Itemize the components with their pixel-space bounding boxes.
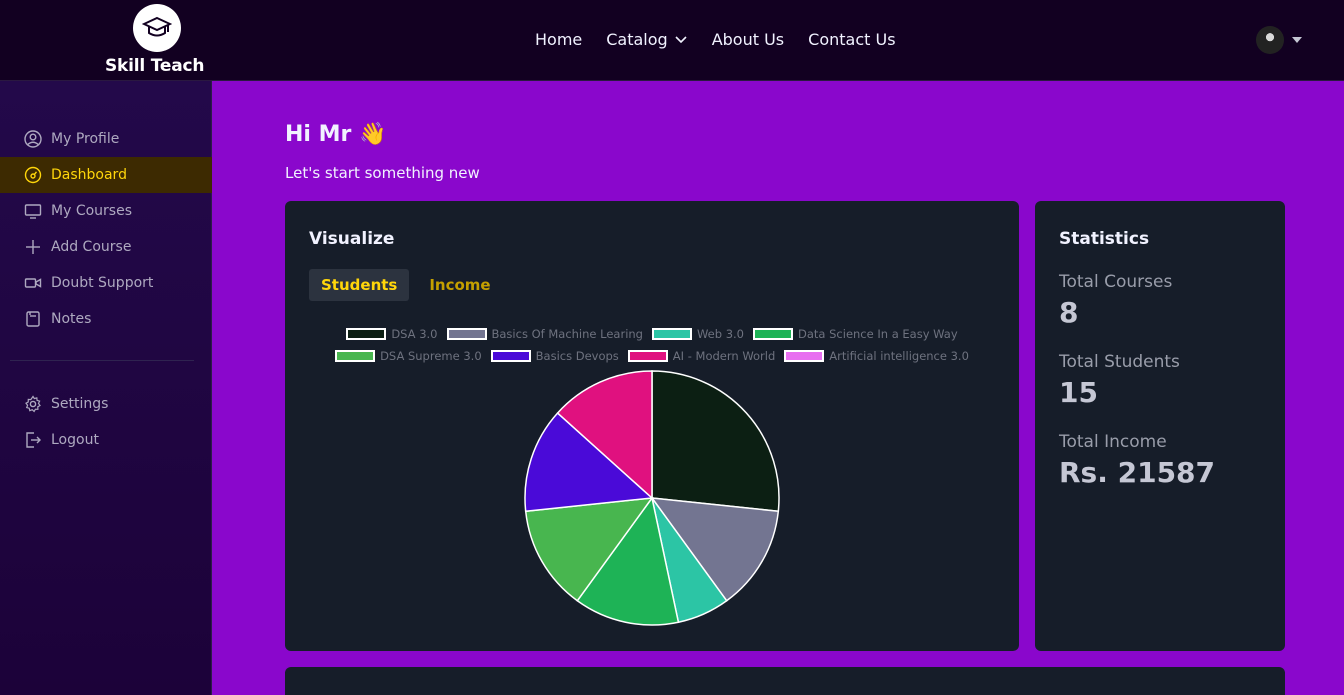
pie-slice[interactable] (651, 370, 780, 513)
legend-swatch (335, 350, 376, 362)
monitor-icon (24, 202, 42, 220)
main-nav: Home Catalog About Us Contact Us (535, 30, 896, 49)
stat-value-total-courses: 8 (1059, 296, 1079, 329)
brand-logo[interactable]: Skill Teach (105, 3, 210, 79)
chart-tabs: Students Income (309, 269, 503, 301)
sidebar-item-label: Notes (51, 311, 92, 327)
graduation-cap-icon (133, 4, 181, 52)
sidebar-item-label: Add Course (51, 239, 132, 255)
statistics-card: Statistics Total Courses 8 Total Student… (1035, 201, 1285, 651)
sidebar-item-settings[interactable]: Settings (0, 386, 212, 422)
nav-contact-label: Contact Us (808, 30, 896, 49)
sidebar-item-label: My Profile (51, 131, 120, 147)
nav-home-label: Home (535, 30, 583, 49)
gear-icon (24, 395, 42, 413)
legend-row: DSA 3.0 Basics Of Machine Learing Web 3.0 D… (285, 323, 1019, 345)
sidebar-item-label: Dashboard (51, 167, 127, 183)
legend-swatch (651, 328, 692, 340)
sidebar-item-label: Logout (51, 432, 99, 448)
sidebar-item-label: Settings (51, 396, 109, 412)
caret-down-icon (1292, 37, 1302, 43)
legend-swatch (446, 328, 487, 340)
nav-catalog-label: Catalog (606, 30, 668, 49)
sidebar-item-label: My Courses (51, 203, 132, 219)
legend-label: Artificial intelligence 3.0 (829, 349, 969, 363)
stat-label-total-students: Total Students (1059, 352, 1180, 372)
logout-icon (24, 431, 42, 449)
nav-catalog[interactable]: Catalog (606, 30, 687, 49)
sidebar-item-add-course[interactable]: Add Course (0, 229, 212, 265)
legend-label: Data Science In a Easy Way (798, 327, 958, 341)
courses-card (285, 667, 1285, 695)
legend-item[interactable]: Basics Devops (490, 349, 619, 363)
legend-item[interactable]: Data Science In a Easy Way (753, 327, 958, 341)
sidebar-item-label: Doubt Support (51, 275, 154, 291)
sidebar-divider (10, 360, 194, 361)
stat-value-total-income: Rs. 21587 (1059, 456, 1216, 489)
legend-swatch (784, 350, 825, 362)
nav-home[interactable]: Home (535, 30, 582, 49)
sidebar: My Profile Dashboard My Courses Add Cour… (0, 81, 212, 695)
legend-item[interactable]: Web 3.0 (651, 327, 745, 341)
video-icon (24, 274, 42, 292)
legend-row: DSA Supreme 3.0 Basics Devops AI - Modern … (285, 345, 1019, 367)
stat-label-total-courses: Total Courses (1059, 272, 1173, 292)
chevron-down-icon (675, 35, 687, 43)
legend-label: DSA 3.0 (391, 327, 438, 341)
user-circle-icon (24, 130, 42, 148)
avatar (1256, 26, 1284, 54)
top-navbar: Skill Teach Home Catalog About Us Contac… (0, 0, 1344, 81)
stat-label-total-income: Total Income (1059, 432, 1167, 452)
statistics-title: Statistics (1059, 229, 1150, 249)
visualize-title: Visualize (309, 229, 395, 249)
sidebar-item-my-profile[interactable]: My Profile (0, 121, 212, 157)
legend-swatch (346, 328, 387, 340)
notebook-icon (24, 310, 42, 328)
legend-item[interactable]: DSA 3.0 (346, 327, 438, 341)
legend-label: Web 3.0 (696, 327, 745, 341)
stat-value-total-students: 15 (1059, 376, 1098, 409)
brand-name: Skill Teach (105, 56, 205, 76)
sidebar-item-doubt-support[interactable]: Doubt Support (0, 265, 212, 301)
legend-label: Basics Of Machine Learing (491, 327, 643, 341)
nav-about-label: About Us (711, 30, 785, 49)
sidebar-item-my-courses[interactable]: My Courses (0, 193, 212, 229)
sidebar-item-notes[interactable]: Notes (0, 301, 212, 337)
profile-dropdown[interactable] (1256, 26, 1302, 54)
nav-contact[interactable]: Contact Us (808, 30, 895, 49)
legend-item[interactable]: AI - Modern World (627, 349, 776, 363)
chart-legend: DSA 3.0 Basics Of Machine Learing Web 3.0 D… (285, 323, 1019, 367)
sidebar-item-dashboard[interactable]: Dashboard (0, 157, 212, 193)
legend-label: Basics Devops (535, 349, 619, 363)
legend-item[interactable]: DSA Supreme 3.0 (335, 349, 482, 363)
legend-swatch (627, 350, 668, 362)
legend-label: AI - Modern World (672, 349, 776, 363)
legend-swatch (490, 350, 531, 362)
visualize-card: Visualize Students Income DSA 3.0 Basics … (285, 201, 1019, 651)
page-title: Hi Mr 👋 (285, 122, 387, 147)
plus-icon (24, 238, 42, 256)
students-pie-chart (524, 370, 780, 626)
sidebar-item-logout[interactable]: Logout (0, 422, 212, 458)
tab-students[interactable]: Students (309, 269, 410, 301)
legend-item[interactable]: Basics Of Machine Learing (446, 327, 643, 341)
gauge-icon (24, 166, 42, 184)
legend-label: DSA Supreme 3.0 (380, 349, 482, 363)
tab-income[interactable]: Income (417, 269, 502, 301)
page-subtitle: Let's start something new (285, 164, 480, 182)
nav-about[interactable]: About Us (712, 30, 784, 49)
legend-item[interactable]: Artificial intelligence 3.0 (784, 349, 969, 363)
legend-swatch (753, 328, 794, 340)
